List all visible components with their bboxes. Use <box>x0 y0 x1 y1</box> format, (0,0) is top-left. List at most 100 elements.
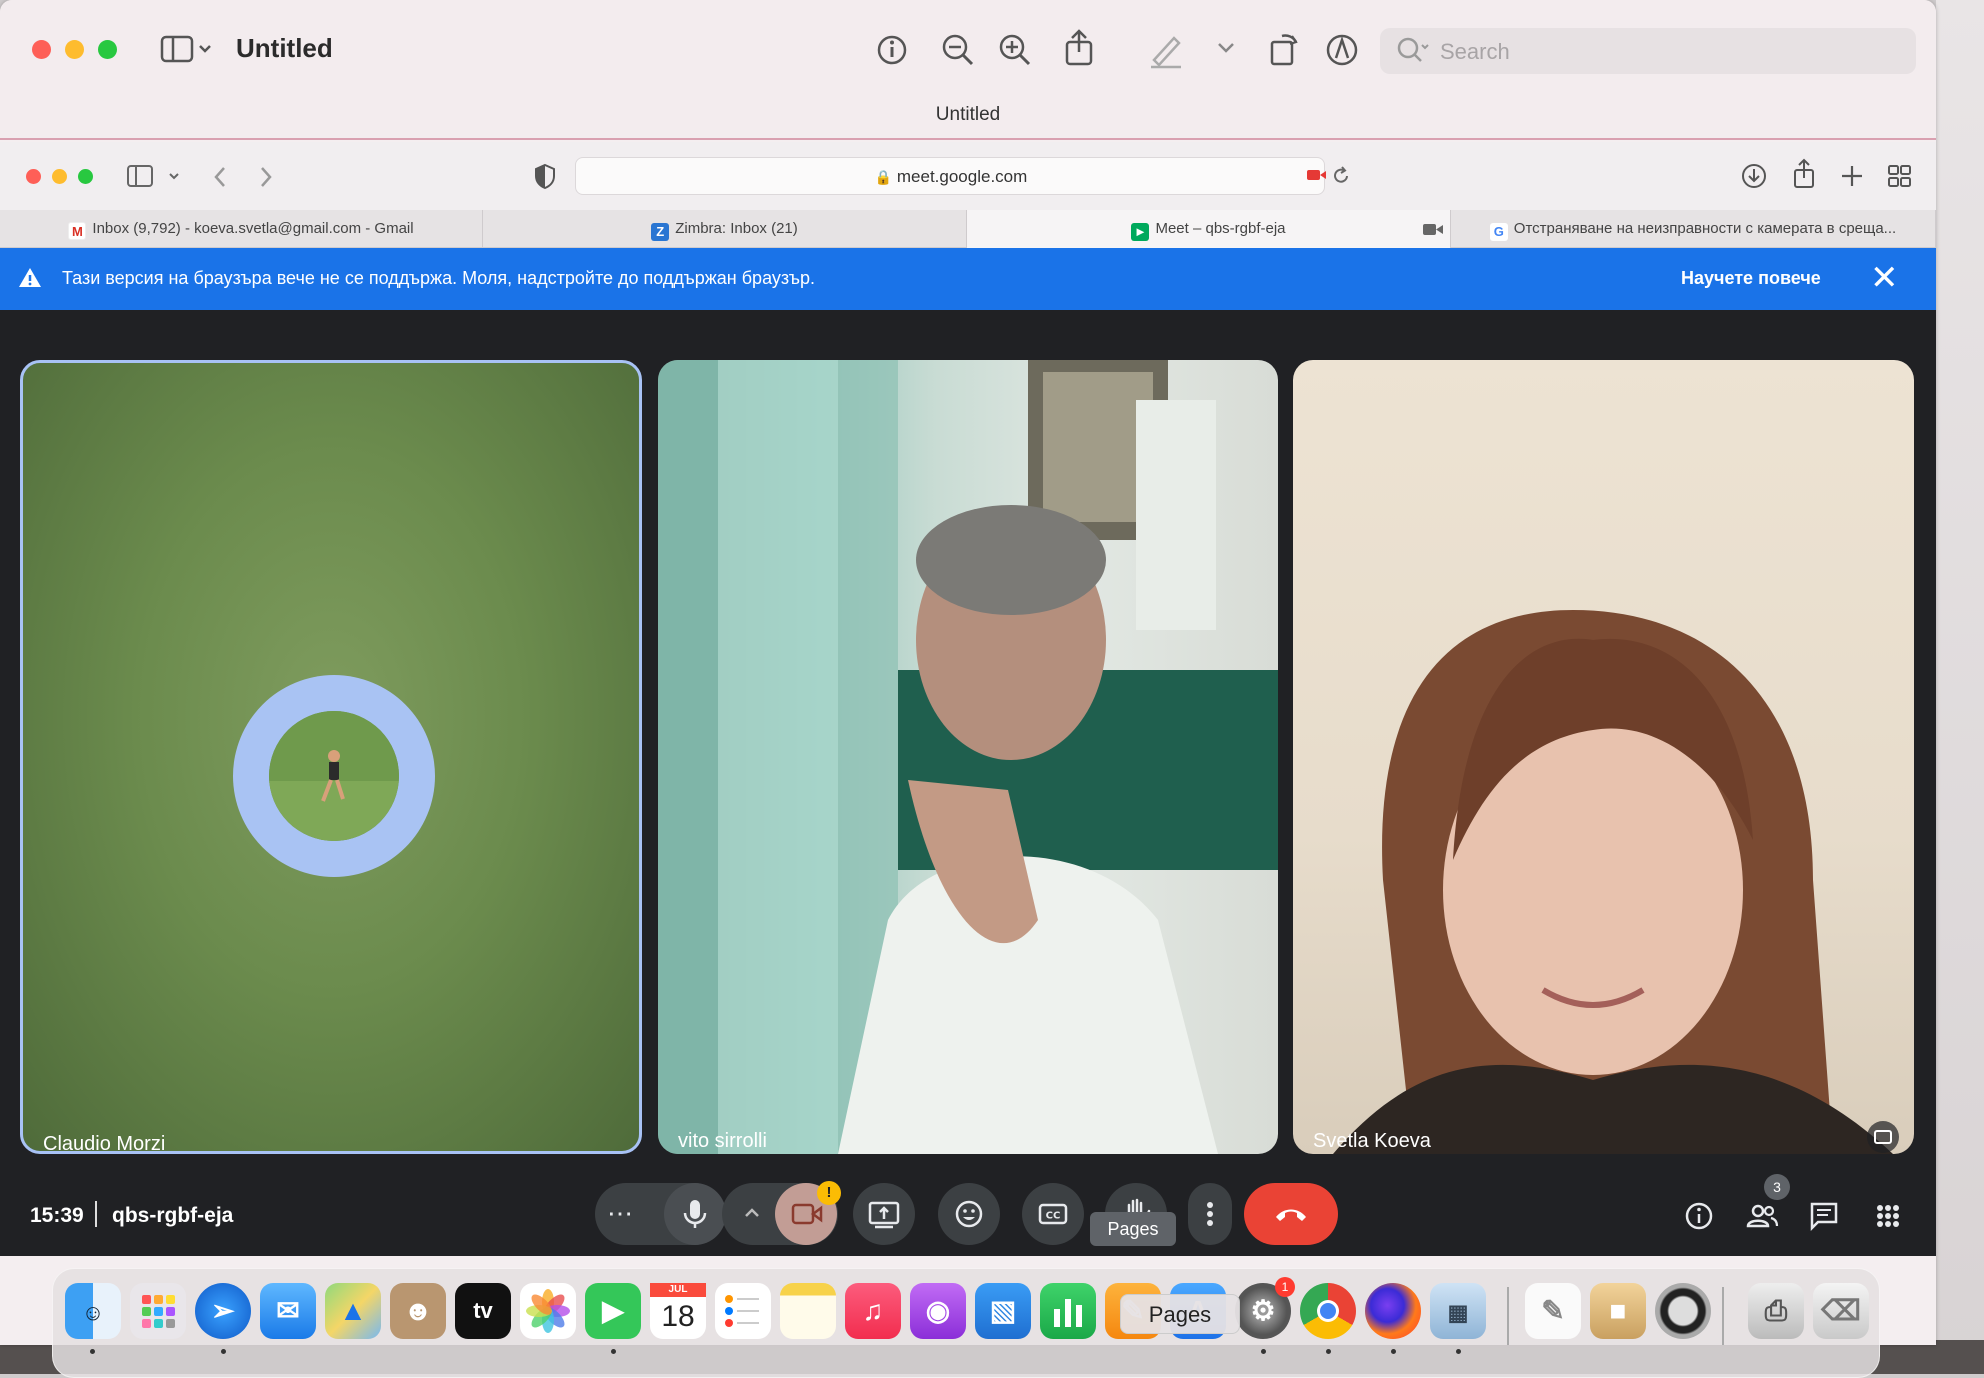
tab-zimbra[interactable]: Z Zimbra: Inbox (21) <box>483 210 967 248</box>
back-icon[interactable] <box>208 164 232 195</box>
microphone-button[interactable] <box>664 1183 726 1245</box>
participant-tile[interactable]: Svetla Koeva <box>1293 360 1914 1154</box>
reactions-button[interactable] <box>938 1183 1000 1245</box>
participant-tile[interactable]: vito sirrolli <box>658 360 1278 1154</box>
zoom-in-icon[interactable] <box>995 30 1035 70</box>
leave-call-button[interactable] <box>1244 1183 1338 1245</box>
calendar-day: 18 <box>661 1300 695 1333</box>
tile-options-icon[interactable] <box>1866 1120 1900 1154</box>
safari-minimize-button[interactable] <box>52 169 67 184</box>
quicktime-icon[interactable] <box>1655 1283 1711 1339</box>
camera-in-use-icon[interactable] <box>1307 168 1327 182</box>
contacts-icon[interactable]: ☻ <box>390 1283 446 1339</box>
running-indicator <box>1261 1349 1266 1354</box>
speaking-indicator <box>233 675 435 877</box>
facetime-icon[interactable]: ▶ <box>585 1283 641 1339</box>
calendar-icon[interactable]: JUL 18 <box>650 1283 706 1339</box>
close-icon[interactable]: ✕ <box>1870 258 1899 298</box>
chevron-up-icon[interactable] <box>740 1201 764 1230</box>
safari-zoom-button[interactable] <box>78 169 93 184</box>
settings-badge: 1 <box>1275 1277 1295 1297</box>
music-icon[interactable]: ♫ <box>845 1283 901 1339</box>
present-screen-button[interactable] <box>853 1183 915 1245</box>
camera-tab-icon[interactable] <box>1422 210 1444 248</box>
svg-text:CC: CC <box>1046 1211 1061 1222</box>
rotate-icon[interactable] <box>1264 28 1304 68</box>
participant-name: Svetla Koeva <box>1313 1130 1431 1152</box>
sidebar-icon[interactable] <box>126 164 186 195</box>
safari-icon[interactable]: ➢ <box>195 1283 251 1339</box>
activities-icon[interactable] <box>1868 1196 1908 1236</box>
podcasts-icon[interactable]: ◉ <box>910 1283 966 1339</box>
meet-icon: ► <box>1131 223 1150 241</box>
markup-pen-icon[interactable] <box>1146 30 1186 70</box>
privacy-shield-icon[interactable] <box>533 162 557 195</box>
photos-icon[interactable] <box>520 1283 576 1339</box>
keynote-icon[interactable]: ▧ <box>975 1283 1031 1339</box>
learn-more-link[interactable]: Научете повече <box>1681 268 1821 289</box>
calendar-month: JUL <box>650 1283 706 1297</box>
participant-tile[interactable]: Claudio Morzi <box>20 360 642 1154</box>
launchpad-icon[interactable] <box>130 1283 186 1339</box>
notes-icon[interactable] <box>780 1283 836 1339</box>
chevron-down-icon[interactable] <box>1206 32 1246 72</box>
audio-options-icon[interactable]: ⋯ <box>607 1198 633 1229</box>
zoom-window-button[interactable] <box>98 40 117 59</box>
people-icon[interactable] <box>1742 1196 1782 1236</box>
tab-google-help[interactable]: G Отстраняване на неизправности с камерат… <box>1451 210 1936 248</box>
sidebar-toggle-icon[interactable] <box>160 34 212 69</box>
zimbra-icon: Z <box>651 223 670 241</box>
share-icon[interactable] <box>1059 28 1099 68</box>
chrome-icon[interactable] <box>1300 1283 1356 1339</box>
trash-icon[interactable]: ⌫ <box>1813 1283 1869 1339</box>
info-icon[interactable] <box>872 30 912 70</box>
banner-message: Тази версия на браузъра вече не се поддъ… <box>62 268 815 288</box>
apple-tv-icon[interactable]: tv <box>455 1283 511 1339</box>
avatar <box>269 711 399 841</box>
markup-icon[interactable] <box>1322 30 1362 70</box>
search-placeholder: Search <box>1440 39 1510 64</box>
new-tab-icon[interactable] <box>1838 162 1866 195</box>
meeting-code: qbs-rgbf-eja <box>112 1204 234 1227</box>
tab-meet[interactable]: ► Meet – qbs-rgbf-eja <box>967 210 1451 248</box>
safari-close-button[interactable] <box>26 169 41 184</box>
more-options-button[interactable] <box>1188 1183 1232 1245</box>
preview-window: Untitled Search Untitled 🔒 meet.google.c… <box>0 0 1936 1345</box>
numbers-icon[interactable] <box>1040 1283 1096 1339</box>
tab-overview-icon[interactable] <box>1886 162 1914 195</box>
url-label: meet.google.com <box>896 167 1028 186</box>
unsupported-browser-banner: Тази версия на браузъра вече не се поддъ… <box>0 248 1936 310</box>
lock-icon: 🔒 <box>874 169 893 185</box>
reload-icon[interactable] <box>1331 165 1351 192</box>
running-indicator <box>1456 1349 1461 1354</box>
zoom-out-icon[interactable] <box>938 30 978 70</box>
textedit-icon[interactable]: ✎ <box>1525 1283 1581 1339</box>
running-indicator <box>1326 1349 1331 1354</box>
archive-icon[interactable]: ■ <box>1590 1283 1646 1339</box>
close-window-button[interactable] <box>32 40 51 59</box>
reminders-icon[interactable] <box>715 1283 771 1339</box>
finder-icon[interactable]: ☺ <box>65 1283 121 1339</box>
mail-icon[interactable]: ✉ <box>260 1283 316 1339</box>
forward-icon[interactable] <box>254 164 278 195</box>
captions-button[interactable]: CC <box>1022 1183 1084 1245</box>
participant-name: Claudio Morzi <box>43 1133 166 1154</box>
firefox-icon[interactable] <box>1365 1283 1421 1339</box>
search-icon <box>1394 34 1430 73</box>
clock: 15:39 <box>30 1204 84 1227</box>
chat-icon[interactable] <box>1804 1196 1844 1236</box>
running-indicator <box>90 1349 95 1354</box>
address-bar[interactable]: 🔒 meet.google.com <box>575 157 1348 195</box>
running-indicator <box>221 1349 226 1354</box>
downloads-icon[interactable] <box>1740 162 1768 195</box>
minimize-window-button[interactable] <box>65 40 84 59</box>
share-icon[interactable] <box>1790 158 1818 195</box>
preview-title: Untitled <box>236 33 333 63</box>
tab-gmail[interactable]: M Inbox (9,792) - koeva.svetla@gmail.com … <box>0 210 483 248</box>
maps-icon[interactable]: ▲ <box>325 1283 381 1339</box>
scanner-icon[interactable]: ⎙ <box>1748 1283 1804 1339</box>
meeting-details-icon[interactable] <box>1679 1196 1719 1236</box>
dock-tooltip: Pages <box>1120 1294 1240 1334</box>
preview-icon[interactable]: ▦ <box>1430 1283 1486 1339</box>
tab-label: Zimbra: Inbox (21) <box>675 220 798 237</box>
